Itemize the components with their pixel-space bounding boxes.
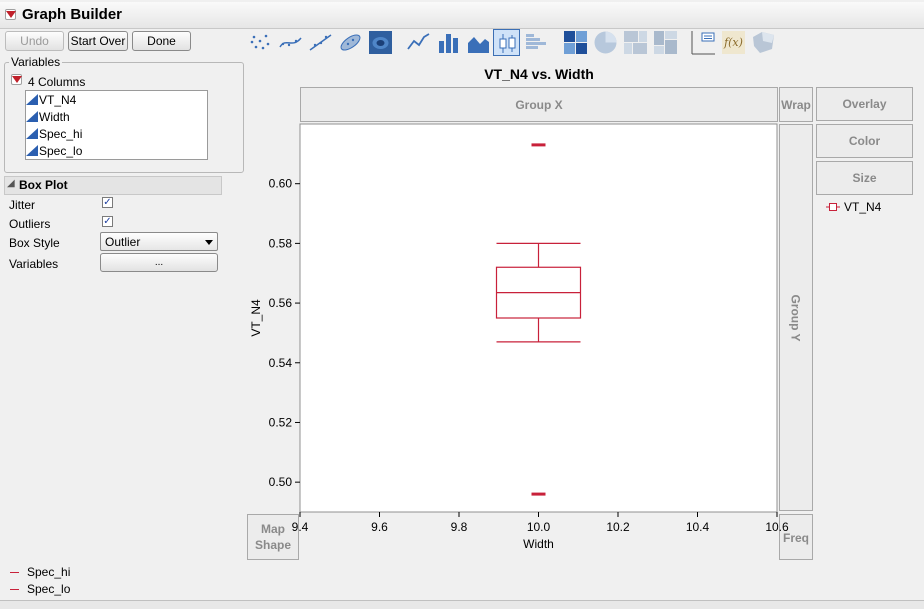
spec-hi-line-icon	[10, 572, 19, 573]
app-title: Graph Builder	[22, 6, 123, 23]
collapse-triangle-icon[interactable]: ◢	[7, 178, 15, 189]
done-button[interactable]: Done	[132, 31, 191, 51]
line-of-fit-icon[interactable]	[307, 29, 334, 56]
start-over-button[interactable]: Start Over	[68, 31, 128, 51]
jitter-checkbox[interactable]: ✓	[102, 197, 113, 208]
y-tick-label: 0.56	[269, 296, 293, 310]
spec-lo-line-icon	[10, 589, 19, 590]
legend-spec-lo-label: Spec_lo	[27, 582, 71, 596]
caption-box-icon[interactable]	[690, 29, 717, 56]
treemap-icon[interactable]	[622, 29, 649, 56]
bottom-legend: Spec_hi Spec_lo	[8, 565, 88, 599]
bar-icon[interactable]	[435, 29, 462, 56]
box-plot-icon[interactable]	[493, 29, 520, 56]
x-tick-label: 9.4	[292, 520, 309, 534]
box-plot-title: Box Plot	[19, 178, 68, 192]
ellipse-icon[interactable]	[337, 29, 364, 56]
column-item[interactable]: VT_N4	[26, 91, 207, 108]
x-tick-label: 10.0	[527, 520, 551, 534]
box-style-value: Outlier	[105, 235, 141, 249]
color-zone[interactable]: Color	[816, 124, 913, 158]
contour-icon[interactable]	[367, 29, 394, 56]
columns-list[interactable]: VT_N4 Width Spec_hi Spec_lo	[25, 90, 208, 160]
column-item-label: Width	[39, 109, 70, 124]
variables-option-label: Variables	[9, 257, 59, 271]
y-tick-label: 0.60	[269, 177, 293, 191]
mosaic-icon[interactable]	[652, 29, 679, 56]
group-x-zone[interactable]: Group X	[300, 87, 778, 122]
x-tick-label: 9.8	[451, 520, 468, 534]
variables-legend: Variables	[9, 55, 63, 69]
y-tick-label: 0.52	[269, 415, 293, 429]
x-tick-label: 9.6	[371, 520, 388, 534]
columns-header: 4 Columns	[28, 75, 86, 89]
continuous-column-icon	[26, 145, 38, 156]
legend-spec-hi: Spec_hi	[8, 565, 88, 582]
smoother-icon[interactable]	[277, 29, 304, 56]
legend-spec-lo: Spec_lo	[8, 582, 88, 599]
column-item-label: VT_N4	[39, 92, 77, 107]
undo-button[interactable]: Undo	[5, 31, 64, 51]
column-item-label: Spec_lo	[39, 143, 83, 158]
box-plot-header[interactable]: ◢ Box Plot	[4, 176, 222, 195]
column-item[interactable]: Width	[26, 108, 207, 125]
histogram-icon[interactable]	[523, 29, 550, 56]
jitter-label: Jitter	[9, 198, 36, 212]
y-tick-label: 0.50	[269, 475, 293, 489]
size-zone[interactable]: Size	[816, 161, 913, 195]
overlay-zone[interactable]: Overlay	[816, 87, 913, 121]
variables-ellipsis-button[interactable]: ...	[100, 253, 218, 272]
graph-type-toolbar: f(x)	[247, 29, 787, 57]
title-bar	[0, 2, 924, 29]
pie-icon[interactable]	[592, 29, 619, 56]
continuous-column-icon	[26, 111, 38, 122]
continuous-column-icon	[26, 128, 38, 139]
heatmap-icon[interactable]	[562, 29, 589, 56]
x-tick-label: 10.2	[606, 520, 630, 534]
map-shapes-icon[interactable]	[750, 29, 777, 56]
formula-icon[interactable]: f(x)	[720, 29, 747, 56]
legend-spec-hi-label: Spec_hi	[27, 565, 71, 579]
box-style-select[interactable]: Outlier	[100, 232, 218, 251]
overlay-legend-label: VT_N4	[844, 200, 882, 214]
graph-builder-menu-icon[interactable]	[5, 9, 16, 20]
line-icon[interactable]	[405, 29, 432, 56]
columns-menu-icon[interactable]	[11, 74, 22, 85]
x-tick-label: 10.4	[686, 520, 710, 534]
wrap-zone[interactable]: Wrap	[779, 87, 813, 122]
points-icon[interactable]	[247, 29, 274, 56]
box-style-label: Box Style	[9, 236, 60, 250]
y-tick-label: 0.54	[269, 356, 293, 370]
column-item[interactable]: Spec_lo	[26, 142, 207, 159]
chevron-down-icon	[205, 240, 213, 245]
outliers-label: Outliers	[9, 217, 51, 231]
outliers-checkbox[interactable]: ✓	[102, 216, 113, 227]
svg-text:f(x): f(x)	[723, 36, 743, 49]
column-item-label: Spec_hi	[39, 126, 83, 141]
y-tick-label: 0.58	[269, 236, 293, 250]
y-axis-label: VT_N4	[249, 299, 263, 337]
area-icon[interactable]	[465, 29, 492, 56]
box-legend-icon	[826, 203, 840, 211]
x-tick-label: 10.6	[765, 520, 789, 534]
continuous-column-icon	[26, 94, 38, 105]
chart-title: VT_N4 vs. Width	[484, 66, 594, 82]
column-item[interactable]: Spec_hi	[26, 125, 207, 142]
box-plot-chart: 0.50 0.52 0.54 0.56 0.58 0.60 9.4 9.6 9.8 10.0 10.…	[249, 123, 789, 551]
x-axis-label: Width	[523, 537, 554, 551]
